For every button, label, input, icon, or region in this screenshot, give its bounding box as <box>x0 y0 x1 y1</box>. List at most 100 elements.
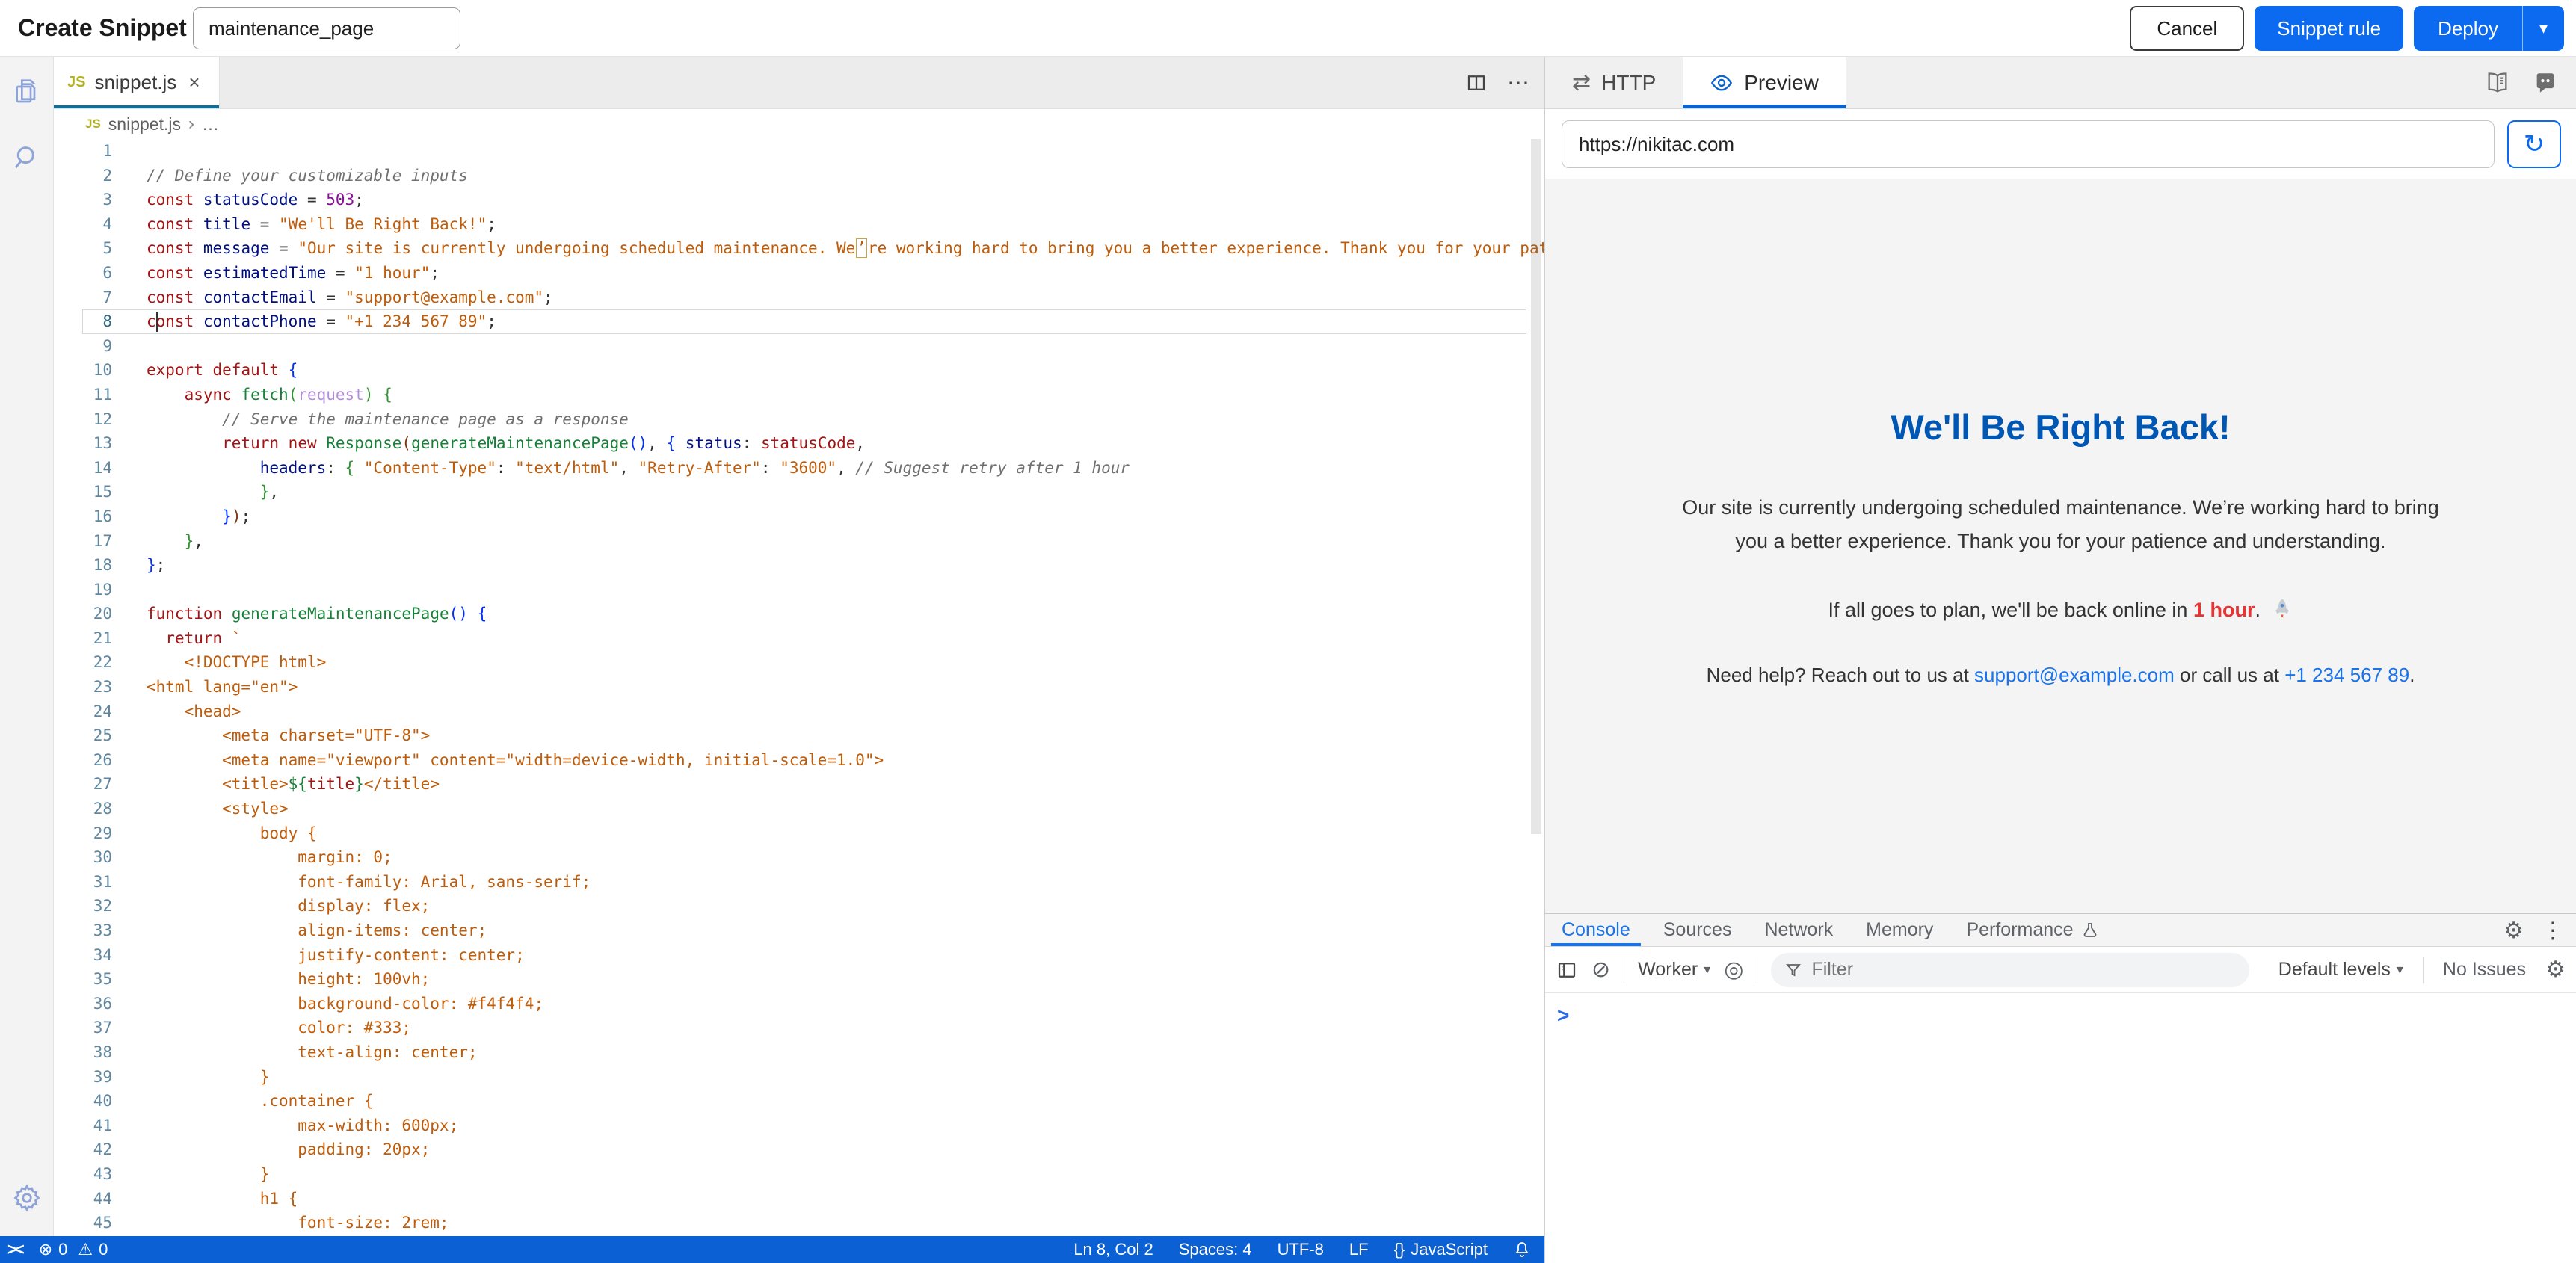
code-line[interactable]: 3const statusCode = 503; <box>54 188 1544 212</box>
eol-sequence[interactable]: LF <box>1349 1240 1369 1259</box>
code-line[interactable]: 23<html lang="en"> <box>54 675 1544 700</box>
tab-snippet-js[interactable]: JS snippet.js × <box>54 57 220 108</box>
console-sidebar-toggle-icon[interactable] <box>1556 959 1578 981</box>
code-line[interactable]: 6const estimatedTime = "1 hour"; <box>54 261 1544 285</box>
code-line[interactable]: 35 height: 100vh; <box>54 967 1544 992</box>
code-line[interactable]: 38 text-align: center; <box>54 1040 1544 1065</box>
code-line[interactable]: 12 // Serve the maintenance page as a re… <box>54 407 1544 432</box>
breadcrumb-file[interactable]: snippet.js <box>108 114 181 135</box>
code-line[interactable]: 13 return new Response(generateMaintenan… <box>54 431 1544 456</box>
encoding[interactable]: UTF-8 <box>1278 1240 1324 1259</box>
problems-errors[interactable]: ⊗ 0 <box>39 1240 68 1259</box>
docs-book-icon[interactable] <box>2485 70 2510 96</box>
code-line[interactable]: 18}; <box>54 553 1544 578</box>
code-line[interactable]: 1 <box>54 139 1544 164</box>
devtools-tab-console[interactable]: Console <box>1545 914 1647 946</box>
code-line[interactable]: 19 <box>54 578 1544 602</box>
snippet-name-input[interactable] <box>193 7 460 49</box>
code-line[interactable]: 32 display: flex; <box>54 894 1544 918</box>
code-line[interactable]: 11 async fetch(request) { <box>54 383 1544 407</box>
code-line[interactable]: 27 <title>${title}</title> <box>54 772 1544 797</box>
cursor-position[interactable]: Ln 8, Col 2 <box>1073 1240 1153 1259</box>
code-line[interactable]: 22 <!DOCTYPE html> <box>54 650 1544 675</box>
log-levels-dropdown[interactable]: Default levels ▾ <box>2278 959 2403 981</box>
phone-link[interactable]: +1 234 567 89 <box>2284 664 2409 686</box>
tab-http[interactable]: ⇄ HTTP <box>1545 57 1683 108</box>
remote-indicator-icon[interactable]: >< <box>7 1240 22 1259</box>
code-line[interactable]: 20function generateMaintenancePage() { <box>54 602 1544 626</box>
cancel-button[interactable]: Cancel <box>2130 6 2244 51</box>
live-expression-eye-icon[interactable]: ◎ <box>1724 957 1743 983</box>
code-line[interactable]: 10export default { <box>54 358 1544 383</box>
breadcrumb-more[interactable]: … <box>202 114 219 135</box>
snippet-rule-button[interactable]: Snippet rule <box>2255 6 2403 51</box>
discord-icon[interactable] <box>2533 70 2558 96</box>
code-line[interactable]: 33 align-items: center; <box>54 918 1544 943</box>
notifications-bell-icon[interactable] <box>1513 1241 1531 1259</box>
text-cursor <box>156 312 158 332</box>
breadcrumb[interactable]: JS snippet.js › … <box>54 109 1544 139</box>
code-line[interactable]: 37 color: #333; <box>54 1016 1544 1040</box>
files-icon[interactable] <box>0 57 54 124</box>
code-line[interactable]: 24 <head> <box>54 700 1544 724</box>
code-line[interactable]: 4const title = "We'll Be Right Back!"; <box>54 212 1544 237</box>
editor-scrollbar[interactable] <box>1531 139 1541 834</box>
split-editor-icon[interactable] <box>1465 72 1488 94</box>
code-line[interactable]: 16 }); <box>54 504 1544 529</box>
language-mode[interactable]: {} JavaScript <box>1394 1240 1488 1259</box>
code-line[interactable]: 40 .container { <box>54 1089 1544 1114</box>
devtools-tab-network[interactable]: Network <box>1748 914 1849 946</box>
code-line[interactable]: 8const contactPhone = "+1 234 567 89"; <box>54 309 1544 334</box>
console-prompt-chevron: > <box>1557 1004 1569 1027</box>
deploy-dropdown-button[interactable]: ▾ <box>2522 6 2564 51</box>
context-selector[interactable]: Worker ▾ <box>1638 959 1710 981</box>
email-link[interactable]: support@example.com <box>1974 664 2175 686</box>
code-line[interactable]: 36 background-color: #f4f4f4; <box>54 992 1544 1016</box>
devtools-kebab-icon[interactable]: ⋮ <box>2542 918 2564 944</box>
braces-icon: {} <box>1394 1240 1405 1259</box>
devtools-tab-memory[interactable]: Memory <box>1849 914 1950 946</box>
code-line[interactable]: 29 body { <box>54 821 1544 846</box>
code-line[interactable]: 7const contactEmail = "support@example.c… <box>54 285 1544 310</box>
refresh-button[interactable]: ↻ <box>2507 120 2561 168</box>
issues-counter[interactable]: No Issues <box>2443 959 2526 981</box>
console-output[interactable]: > <box>1545 993 2576 1026</box>
code-line[interactable]: 17 }, <box>54 529 1544 554</box>
clear-console-icon[interactable]: ⊘ <box>1591 957 1610 983</box>
devtools-tab-performance[interactable]: Performance <box>1950 914 2115 946</box>
tab-preview[interactable]: Preview <box>1683 57 1846 108</box>
chevron-down-icon: ▾ <box>1704 962 1710 978</box>
console-settings-gear-icon[interactable]: ⚙ <box>2545 957 2566 983</box>
code-line[interactable]: 43 } <box>54 1162 1544 1187</box>
code-line[interactable]: 42 padding: 20px; <box>54 1137 1544 1162</box>
indentation[interactable]: Spaces: 4 <box>1179 1240 1252 1259</box>
close-tab-icon[interactable]: × <box>188 71 200 94</box>
code-line[interactable]: 30 margin: 0; <box>54 845 1544 870</box>
code-line[interactable]: 25 <meta charset="UTF-8"> <box>54 723 1544 748</box>
code-line[interactable]: 41 max-width: 600px; <box>54 1114 1544 1138</box>
code-line[interactable]: 9 <box>54 334 1544 359</box>
code-line[interactable]: 45 font-size: 2rem; <box>54 1211 1544 1235</box>
code-line[interactable]: 39 } <box>54 1065 1544 1090</box>
more-actions-icon[interactable]: ⋯ <box>1507 70 1531 96</box>
deploy-button[interactable]: Deploy <box>2414 6 2522 51</box>
console-toolbar: ⊘ Worker ▾ ◎ Default levels ▾ No Iss <box>1545 947 2576 993</box>
search-icon[interactable] <box>0 124 54 191</box>
code-line[interactable]: 34 justify-content: center; <box>54 943 1544 968</box>
code-line[interactable]: 5const message = "Our site is currently … <box>54 236 1544 261</box>
code-line[interactable]: 2// Define your customizable inputs <box>54 164 1544 188</box>
code-line[interactable]: 26 <meta name="viewport" content="width=… <box>54 748 1544 773</box>
problems-warnings[interactable]: ⚠ 0 <box>78 1240 108 1259</box>
preview-url-input[interactable] <box>1562 120 2495 168</box>
settings-gear-icon[interactable] <box>0 1164 54 1232</box>
code-line[interactable]: 14 headers: { "Content-Type": "text/html… <box>54 456 1544 481</box>
devtools-settings-gear-icon[interactable]: ⚙ <box>2503 918 2524 944</box>
code-line[interactable]: 44 h1 { <box>54 1187 1544 1211</box>
filter-input[interactable] <box>1811 959 2185 981</box>
devtools-tab-sources[interactable]: Sources <box>1647 914 1748 946</box>
code-line[interactable]: 31 font-family: Arial, sans-serif; <box>54 870 1544 895</box>
code-line[interactable]: 15 }, <box>54 480 1544 504</box>
code-lines[interactable]: 12// Define your customizable inputs3con… <box>54 139 1544 1236</box>
code-line[interactable]: 28 <style> <box>54 797 1544 821</box>
code-line[interactable]: 21 return ` <box>54 626 1544 651</box>
